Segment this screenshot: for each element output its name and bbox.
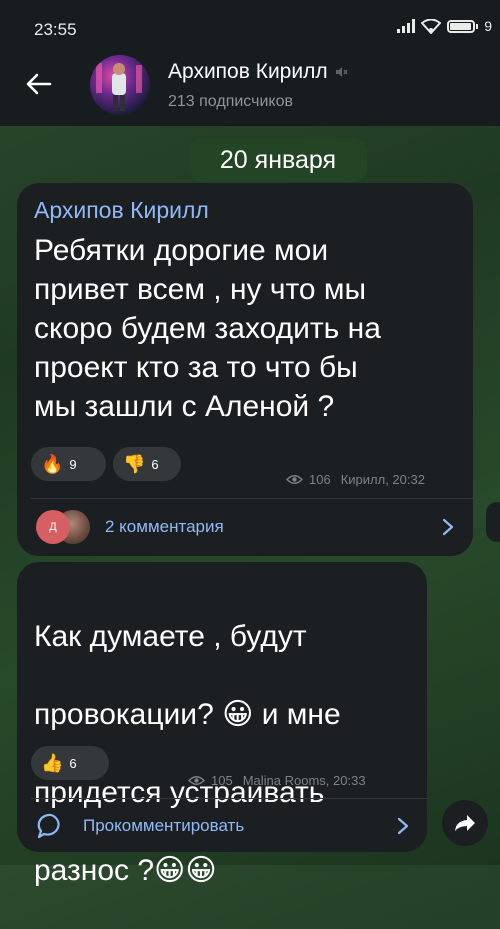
post-author[interactable]: Архипов Кирилл	[34, 197, 209, 224]
chevron-right-icon	[397, 817, 409, 835]
reaction-thumbs-up[interactable]: 👍 6	[31, 746, 109, 780]
battery-icon	[447, 19, 476, 33]
thumbs-down-icon: 👎	[123, 454, 146, 474]
channel-title[interactable]: Архипов Кирилл	[168, 60, 348, 84]
date-chip: 20 января	[189, 138, 367, 182]
channel-post[interactable]: Как думаете , будут провокации? 😀 и мне …	[17, 562, 427, 887]
reaction-count: 6	[151, 456, 159, 472]
post-text-line: разнос ?😀😀	[34, 854, 217, 887]
eye-icon	[286, 475, 303, 484]
status-time: 23:55	[34, 20, 77, 39]
comment-button[interactable]: Прокомментировать	[17, 799, 427, 852]
view-count: 106	[309, 472, 331, 487]
post-text-line: провокации? 😀 и мне	[34, 698, 341, 731]
avatar-image	[96, 63, 142, 111]
reaction-thumbs-down[interactable]: 👎 6	[113, 447, 181, 481]
status-icons: 9	[397, 18, 492, 34]
post-signature: Кирилл, 20:32	[340, 472, 425, 487]
comment-bubble-icon	[37, 813, 60, 839]
chevron-right-icon	[442, 518, 454, 536]
mute-icon	[335, 67, 348, 77]
status-bar: 23:55 9	[0, 0, 500, 40]
reaction-count: 6	[69, 755, 77, 771]
reaction-fire[interactable]: 🔥 9	[31, 447, 106, 481]
commenter-avatar: Д	[36, 510, 70, 544]
comments-button[interactable]: Д 2 комментария	[17, 499, 473, 555]
comments-count-label: 2 комментария	[105, 517, 224, 536]
back-arrow-icon[interactable]	[22, 67, 56, 101]
channel-name: Архипов Кирилл	[168, 60, 328, 83]
channel-post[interactable]: Архипов Кирилл Ребятки дорогие мои приве…	[17, 183, 473, 556]
view-count: 105	[211, 773, 233, 788]
eye-icon	[188, 776, 205, 785]
share-button[interactable]	[442, 800, 488, 846]
battery-level: 9	[484, 18, 492, 34]
post-signature: Malina Rooms, 20:33	[242, 773, 366, 788]
chat-header: Архипов Кирилл 213 подписчиков	[0, 40, 500, 126]
comment-label: Прокомментировать	[83, 816, 245, 835]
subscriber-count: 213 подписчиков	[168, 93, 293, 110]
post-meta: 106 Кирилл, 20:32	[286, 472, 425, 487]
signal-icon	[397, 19, 416, 33]
scroll-handle[interactable]	[486, 502, 500, 542]
post-meta: 105 Malina Rooms, 20:33	[188, 773, 366, 788]
battery-cap	[476, 23, 479, 29]
channel-avatar[interactable]	[90, 55, 150, 115]
wifi-icon	[421, 18, 442, 34]
reaction-count: 9	[69, 456, 77, 472]
share-arrow-icon	[455, 815, 475, 831]
post-text: Ребятки дорогие мои привет всем , ну что…	[34, 234, 381, 423]
post-text-line: Как думаете , будут	[34, 620, 307, 653]
fire-icon: 🔥	[41, 454, 64, 474]
commenter-avatars: Д	[36, 510, 96, 544]
thumbs-up-icon: 👍	[41, 753, 64, 773]
